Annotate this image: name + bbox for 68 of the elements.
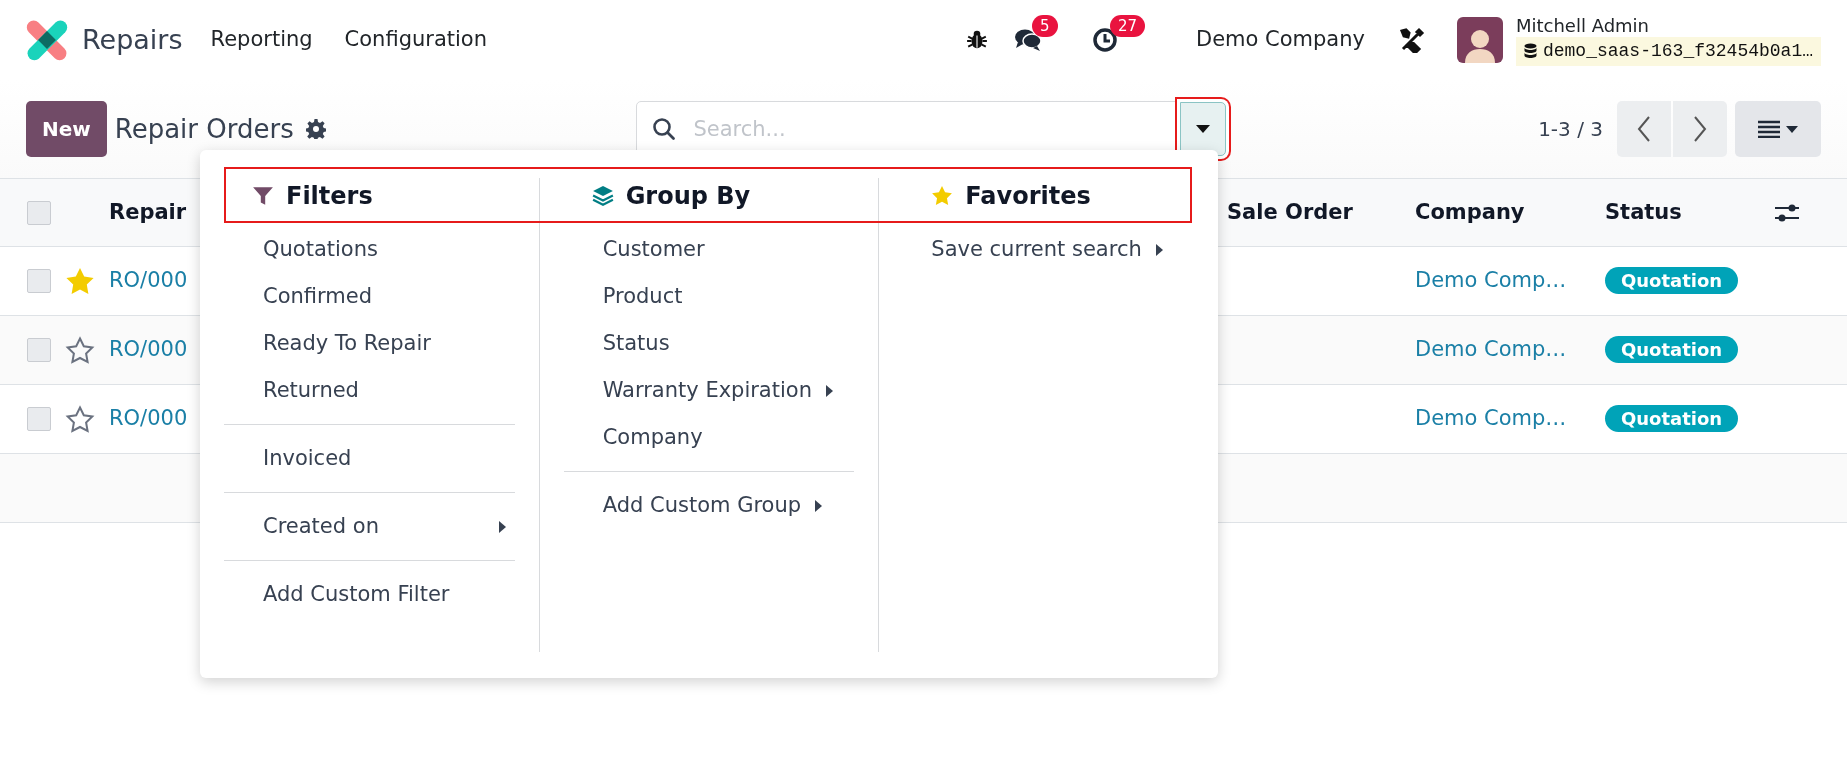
section-title: Favorites (965, 181, 1091, 212)
database-icon (1523, 43, 1537, 59)
next-page-button[interactable] (1673, 101, 1727, 157)
dropdown-option[interactable]: Created on (224, 503, 506, 550)
column-header[interactable]: Sale Order (1227, 199, 1353, 224)
row-checkbox[interactable] (27, 269, 51, 293)
dropdown-option[interactable]: Customer (563, 226, 705, 273)
company-link[interactable]: Demo Comp… (1415, 268, 1567, 293)
status-badge: Quotation (1605, 405, 1739, 433)
dropdown-option[interactable]: Add Custom Filter (224, 571, 450, 618)
repair-reference-link[interactable]: RO/000 (109, 268, 188, 293)
row-checkbox[interactable] (27, 407, 51, 431)
page-title: Repair Orders (114, 112, 294, 146)
funnel-icon (252, 185, 274, 207)
section-title: Group By (625, 181, 751, 212)
tools-icon[interactable] (1398, 27, 1425, 53)
menu-link[interactable]: Reporting (210, 24, 313, 56)
settings-icon[interactable] (305, 119, 326, 139)
company-link[interactable]: Demo Comp… (1415, 337, 1567, 362)
clock-icon[interactable] (1091, 27, 1118, 53)
filled-star-icon[interactable] (65, 267, 95, 295)
star-outline-icon[interactable] (65, 336, 95, 364)
status-badge: Quotation (1605, 336, 1739, 364)
dropdown-option[interactable]: Confirmed (224, 273, 373, 320)
activity-count-badge: 27 (1109, 15, 1146, 37)
message-count-badge: 5 (1031, 15, 1058, 37)
database-name: demo_saas-163_f32454b0a1… (1515, 36, 1821, 66)
repair-reference-link[interactable]: RO/000 (109, 406, 188, 431)
dropdown-option[interactable]: Add Custom Group (563, 482, 823, 529)
dropdown-option[interactable]: Invoiced (224, 435, 352, 482)
row-checkbox[interactable] (27, 338, 51, 362)
dropdown-option[interactable]: Product (563, 273, 683, 320)
list-icon (1758, 120, 1798, 138)
star-outline-icon[interactable] (65, 405, 95, 433)
company-switcher[interactable]: Demo Company (1195, 24, 1365, 56)
dropdown-option[interactable]: Save current search (903, 226, 1163, 273)
repair-reference-link[interactable]: RO/000 (109, 337, 188, 362)
previous-page-button[interactable] (1617, 101, 1671, 157)
bug-icon[interactable] (965, 29, 988, 51)
user-name[interactable]: Mitchell Admin (1515, 14, 1821, 37)
dropdown-option[interactable]: Quotations (224, 226, 378, 273)
section-title: Filters (286, 181, 373, 212)
column-header[interactable]: Status (1605, 199, 1682, 224)
dropdown-option[interactable]: Returned (224, 367, 359, 414)
caret-icon (1196, 125, 1211, 133)
dropdown-option[interactable]: Ready To Repair (224, 320, 431, 367)
dropdown-option[interactable]: Company (563, 414, 703, 461)
app-logo[interactable] (26, 19, 68, 61)
app-name[interactable]: Repairs (82, 19, 183, 61)
dropdown-option[interactable]: Status (563, 320, 670, 367)
search-icon (652, 117, 677, 141)
person-silhouette-icon (1462, 27, 1497, 63)
chevron-left-icon (1637, 116, 1651, 142)
menu-link[interactable]: Configuration (344, 24, 488, 56)
column-header[interactable]: Company (1415, 199, 1525, 224)
status-badge: Quotation (1605, 267, 1739, 295)
view-switcher-button[interactable] (1735, 101, 1821, 157)
star-icon (931, 185, 954, 207)
select-all-checkbox[interactable] (27, 200, 51, 225)
layers-icon (591, 185, 614, 207)
new-button[interactable]: New (26, 101, 107, 157)
chat-icon[interactable] (1013, 27, 1042, 53)
chevron-right-icon (1693, 116, 1707, 142)
pager-value: 1-3 / 3 (1538, 116, 1603, 143)
column-header[interactable]: Repair (109, 199, 187, 224)
user-avatar[interactable] (1456, 17, 1503, 63)
company-link[interactable]: Demo Comp… (1415, 406, 1567, 431)
dropdown-option[interactable]: Warranty Expiration (563, 367, 833, 414)
